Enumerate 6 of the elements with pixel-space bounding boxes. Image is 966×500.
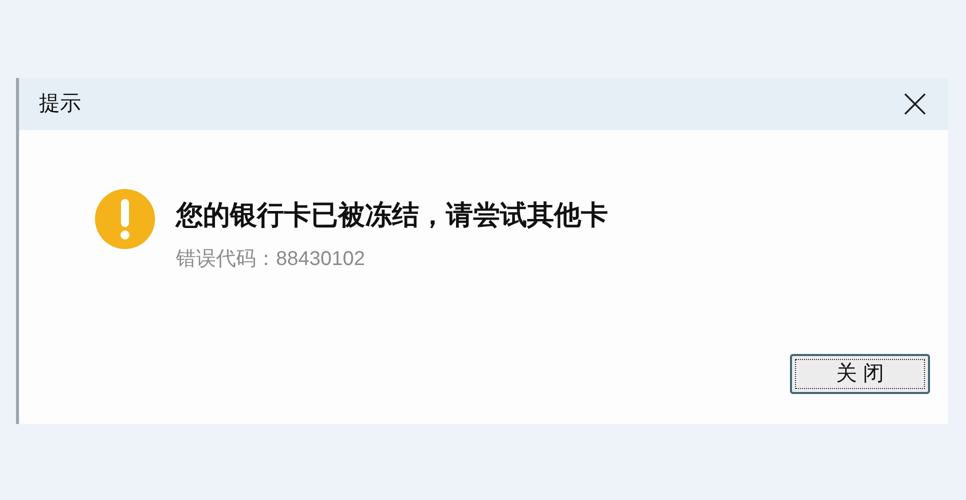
error-code: 错误代码：88430102 [176, 246, 366, 272]
warning-icon [94, 188, 156, 250]
message-title: 您的银行卡已被冻结，请尝试其他卡 [176, 199, 608, 232]
close-icon [903, 92, 927, 116]
window-title: 提示 [39, 91, 81, 118]
close-dialog-button[interactable]: 关 闭 [790, 354, 930, 394]
